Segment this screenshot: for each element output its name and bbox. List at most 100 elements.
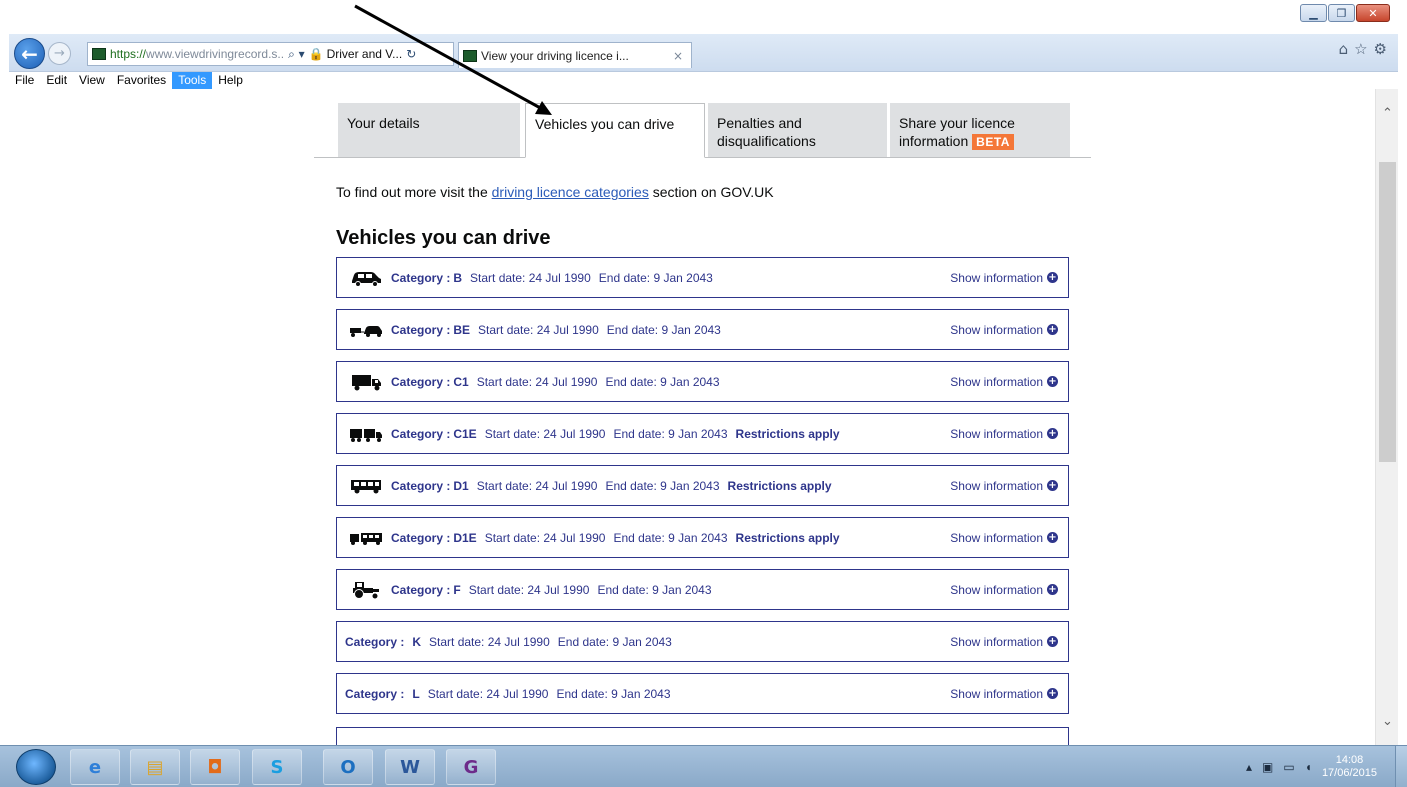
menu-file[interactable]: File <box>9 72 40 89</box>
browser-right-icons: ⌂ ☆ ⚙ <box>1339 40 1387 58</box>
show-information-link[interactable]: Show information + <box>950 687 1058 701</box>
category-row-d1e[interactable]: Category : D1E Start date: 24 Jul 1990 End … <box>336 517 1069 558</box>
clock[interactable]: 14:08 17/06/2015 <box>1322 754 1377 780</box>
home-icon[interactable]: ⌂ <box>1339 40 1349 58</box>
show-information-link[interactable]: Show information + <box>950 427 1058 441</box>
browser-tab[interactable]: View your driving licence i... × <box>458 42 692 68</box>
start-button[interactable] <box>16 749 56 785</box>
site-identity[interactable]: Driver and V... <box>327 47 403 61</box>
search-icon[interactable]: ⌕ ▾ <box>288 47 305 62</box>
category-label: Category : <box>345 686 405 701</box>
show-information-label: Show information <box>950 322 1043 337</box>
car-trailer-icon <box>349 321 383 339</box>
show-information-link[interactable]: Show information + <box>950 583 1058 597</box>
back-button[interactable]: ← <box>14 38 45 69</box>
show-information-link[interactable]: Show information + <box>950 375 1058 389</box>
restrictions-apply-text: Restrictions apply <box>735 530 840 545</box>
category-start-date: Start date: 24 Jul 1990 <box>476 374 598 389</box>
show-information-link[interactable]: Show information + <box>950 479 1058 493</box>
tray-network-icon[interactable]: ▭ <box>1283 760 1294 774</box>
show-information-link[interactable]: Show information + <box>950 271 1058 285</box>
category-label: Category : <box>391 374 451 389</box>
plus-circle-icon: + <box>1047 636 1058 647</box>
settings-gear-icon[interactable]: ⚙ <box>1374 40 1387 58</box>
category-end-date: End date: 9 Jan 2043 <box>556 686 671 701</box>
show-information-label: Show information <box>950 582 1043 597</box>
menu-view[interactable]: View <box>73 72 111 89</box>
maximize-button[interactable]: ❐ <box>1328 4 1355 22</box>
tab-penalties[interactable]: Penalties and disqualifications <box>708 103 887 157</box>
window-frame-left <box>0 0 9 745</box>
menu-favorites[interactable]: Favorites <box>111 72 172 89</box>
category-label: Category : <box>391 582 451 597</box>
tab-close-icon[interactable]: × <box>673 49 683 63</box>
plus-circle-icon: + <box>1047 532 1058 543</box>
category-row-f[interactable]: Category : F Start date: 24 Jul 1990 End da… <box>336 569 1069 610</box>
dvla-favicon-icon <box>92 48 106 60</box>
show-information-link[interactable]: Show information + <box>950 531 1058 545</box>
menu-help[interactable]: Help <box>212 72 249 89</box>
category-start-date: Start date: 24 Jul 1990 <box>476 478 598 493</box>
minimize-button[interactable]: ▁ <box>1300 4 1327 22</box>
scroll-thumb[interactable] <box>1379 162 1396 462</box>
tray-volume-icon[interactable]: ◖ <box>1305 760 1312 774</box>
category-code: C1 <box>453 374 469 389</box>
category-label: Category : <box>391 322 451 337</box>
pdf-creator-icon[interactable]: G <box>446 749 496 785</box>
vertical-scrollbar[interactable]: ⌃ ⌄ <box>1375 89 1398 745</box>
internet-explorer-icon[interactable]: e <box>70 749 120 785</box>
menu-edit[interactable]: Edit <box>40 72 73 89</box>
category-code: D1E <box>453 530 477 545</box>
minibus-trailer-icon <box>349 529 383 547</box>
category-end-date: End date: 9 Jan 2043 <box>557 634 672 649</box>
category-code: B <box>453 270 463 285</box>
show-information-link[interactable]: Show information + <box>950 635 1058 649</box>
refresh-icon[interactable]: ↻ <box>406 47 416 61</box>
tray-expand-icon[interactable]: ▴ <box>1246 760 1252 774</box>
category-start-date: Start date: 24 Jul 1990 <box>470 270 591 285</box>
address-bar[interactable]: https:// www.viewdrivingrecord.s.. ⌕ ▾ 🔒… <box>87 42 454 66</box>
tray-device-icon[interactable]: ▣ <box>1262 760 1273 774</box>
file-explorer-icon[interactable]: ▤ <box>130 749 180 785</box>
category-label: Category : <box>391 426 451 441</box>
category-start-date: Start date: 24 Jul 1990 <box>484 530 606 545</box>
lock-icon[interactable]: 🔒 <box>309 47 324 61</box>
close-window-button[interactable]: ✕ <box>1356 4 1390 22</box>
show-information-label: Show information <box>950 374 1043 389</box>
category-end-date: End date: 9 Jan 2043 <box>613 426 728 441</box>
page-viewport: Your details Vehicles you can drive Pena… <box>9 89 1375 745</box>
tab-your-details[interactable]: Your details <box>338 103 520 157</box>
scroll-down-icon[interactable]: ⌄ <box>1376 711 1399 731</box>
category-start-date: Start date: 24 Jul 1990 <box>478 322 599 337</box>
media-player-icon[interactable]: ◘ <box>190 749 240 785</box>
menu-tools[interactable]: Tools <box>172 72 213 89</box>
skype-icon[interactable]: S <box>252 749 302 785</box>
category-row-c1[interactable]: Category : C1 Start date: 24 Jul 1990 End d… <box>336 361 1069 402</box>
outlook-icon[interactable]: O <box>323 749 373 785</box>
tab-penalties-label-2: disqualifications <box>717 133 816 149</box>
word-icon[interactable]: W <box>385 749 435 785</box>
tab-vehicles-label: Vehicles you can drive <box>535 116 675 132</box>
show-information-label: Show information <box>950 634 1043 649</box>
tab-vehicles-you-can-drive[interactable]: Vehicles you can drive <box>525 103 705 158</box>
tab-title: View your driving licence i... <box>481 48 629 63</box>
forward-button[interactable]: → <box>48 42 71 65</box>
show-desktop-button[interactable] <box>1395 746 1407 787</box>
category-row-k[interactable]: Category : K Start date: 24 Jul 1990 End da… <box>336 621 1069 662</box>
category-row-b[interactable]: Category : B Start date: 24 Jul 1990 End da… <box>336 257 1069 298</box>
category-row-be[interactable]: Category : BE Start date: 24 Jul 1990 End d… <box>336 309 1069 350</box>
category-row-l[interactable]: Category : L Start date: 24 Jul 1990 End da… <box>336 673 1069 714</box>
category-row-c1e[interactable]: Category : C1E Start date: 24 Jul 1990 End … <box>336 413 1069 454</box>
show-information-link[interactable]: Show information + <box>950 323 1058 337</box>
favorites-star-icon[interactable]: ☆ <box>1354 40 1367 58</box>
back-arrow-icon: ← <box>21 41 38 66</box>
plus-circle-icon: + <box>1047 272 1058 283</box>
scroll-up-icon[interactable]: ⌃ <box>1376 103 1399 123</box>
category-row-partial[interactable] <box>336 727 1069 745</box>
category-row-d1[interactable]: Category : D1 Start date: 24 Jul 1990 End d… <box>336 465 1069 506</box>
category-code: D1 <box>453 478 469 493</box>
driving-licence-categories-link[interactable]: driving licence categories <box>492 184 649 200</box>
show-information-label: Show information <box>950 478 1043 493</box>
tab-share-licence[interactable]: Share your licence information BETA <box>890 103 1070 157</box>
clock-time: 14:08 <box>1335 754 1364 766</box>
